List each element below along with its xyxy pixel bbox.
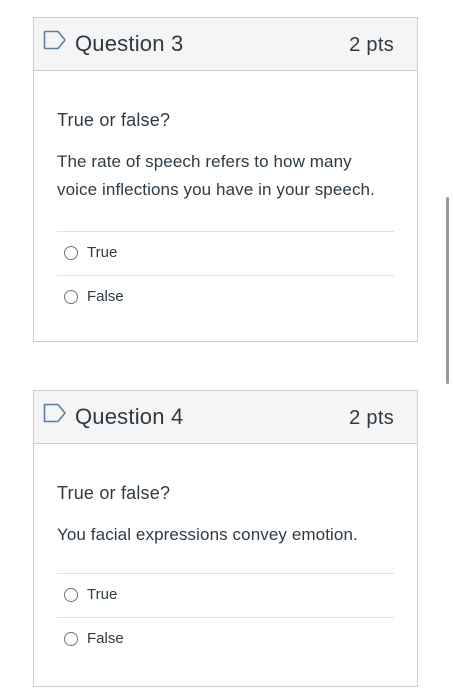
answer-list: True False bbox=[57, 231, 394, 319]
answer-label[interactable]: False bbox=[87, 629, 124, 649]
answer-option-false[interactable]: False bbox=[57, 275, 394, 319]
answer-option-true[interactable]: True bbox=[57, 573, 394, 617]
scrollbar-thumb[interactable] bbox=[446, 197, 449, 384]
question-points: 2 pts bbox=[349, 34, 394, 56]
radio-button-icon[interactable] bbox=[64, 246, 78, 260]
question-points: 2 pts bbox=[349, 407, 394, 429]
question-prompt: True or false? bbox=[57, 110, 171, 130]
question-text-line: You facial expressions convey emotion. bbox=[57, 525, 358, 544]
radio-button-icon[interactable] bbox=[64, 588, 78, 602]
question-header: Question 3 2 pts bbox=[34, 18, 417, 71]
question-prompt: True or false? bbox=[57, 483, 171, 503]
answer-list: True False bbox=[57, 573, 394, 661]
question-body: True or false? The rate of speech refers… bbox=[34, 107, 417, 319]
flag-question-icon[interactable] bbox=[43, 30, 67, 50]
answer-label[interactable]: True bbox=[87, 243, 117, 263]
question-body: True or false? You facial expressions co… bbox=[34, 480, 417, 661]
answer-option-true[interactable]: True bbox=[57, 231, 394, 275]
question-header: Question 4 2 pts bbox=[34, 391, 417, 444]
question-card-3: Question 3 2 pts True or false? The rate… bbox=[33, 17, 418, 342]
question-card-4: Question 4 2 pts True or false? You faci… bbox=[33, 390, 418, 687]
radio-button-icon[interactable] bbox=[64, 632, 78, 646]
answer-option-false[interactable]: False bbox=[57, 617, 394, 661]
question-title: Question 4 bbox=[75, 404, 184, 429]
question-text-line: voice inflections you have in your speec… bbox=[57, 180, 375, 199]
radio-button-icon[interactable] bbox=[64, 290, 78, 304]
question-title: Question 3 bbox=[75, 31, 184, 56]
answer-label[interactable]: False bbox=[87, 287, 124, 307]
question-text: You facial expressions convey emotion. bbox=[57, 521, 394, 549]
flag-question-icon[interactable] bbox=[43, 403, 67, 423]
answer-label[interactable]: True bbox=[87, 585, 117, 605]
question-text-line: The rate of speech refers to how many bbox=[57, 152, 352, 171]
question-text: The rate of speech refers to how many vo… bbox=[57, 148, 394, 204]
